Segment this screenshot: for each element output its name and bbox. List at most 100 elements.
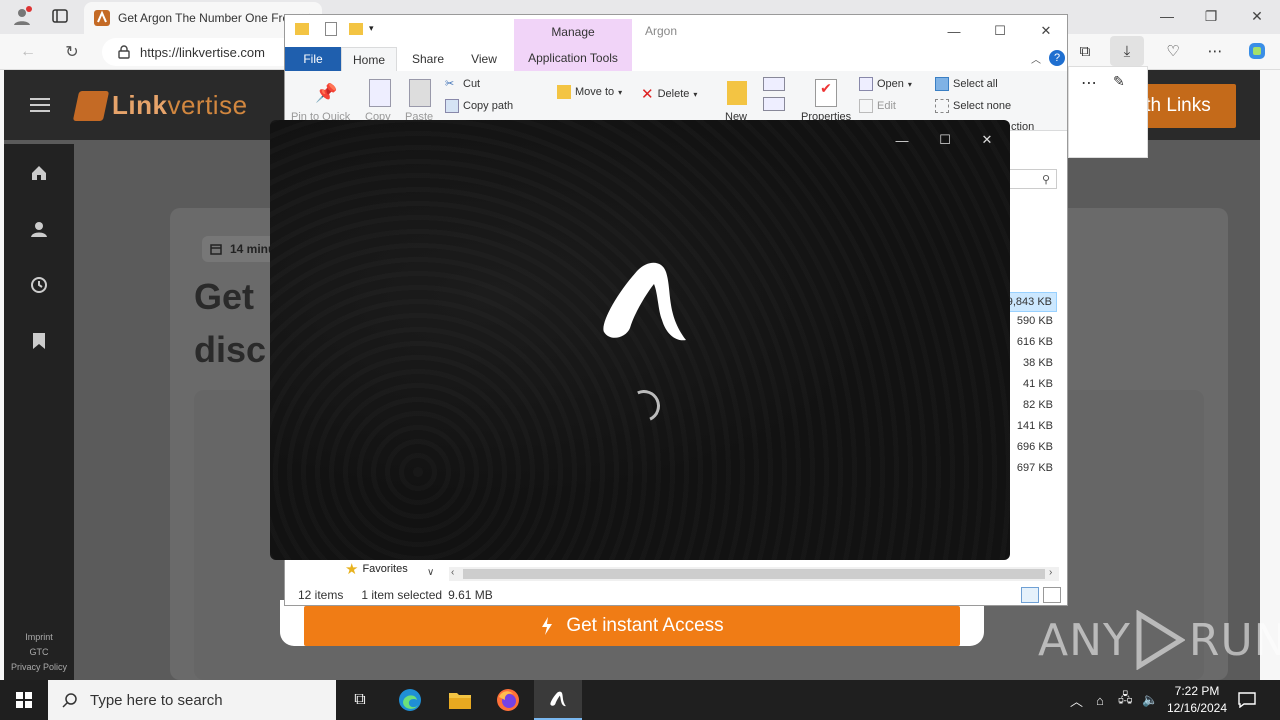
browser-close-button[interactable]: ✕ — [1234, 0, 1280, 32]
delete-label: Delete — [657, 88, 690, 100]
help-icon[interactable]: ? — [1049, 50, 1065, 66]
collections-icon[interactable]: ⧉ — [1068, 36, 1102, 66]
tab-actions-icon[interactable] — [46, 2, 74, 30]
downloads-icon[interactable]: ⤓ — [1110, 36, 1144, 66]
copy-path-label: Copy path — [463, 100, 514, 112]
browser-restore-button[interactable]: ❐ — [1188, 0, 1234, 32]
show-hidden-icons-icon[interactable]: ︿ — [1070, 680, 1083, 720]
argon-app-icon[interactable] — [534, 680, 582, 720]
scroll-right-icon[interactable]: › — [1049, 567, 1052, 578]
network-icon[interactable]: 🖧 — [1118, 680, 1133, 720]
loading-spinner — [623, 385, 665, 427]
windows-taskbar: Type here to search ⧉ ︿ ⌂ 🖧 🔈 7:22 PM 12… — [0, 680, 1280, 720]
details-view-icon[interactable] — [1021, 587, 1039, 603]
start-button[interactable] — [0, 680, 48, 720]
calendar-icon — [210, 244, 222, 255]
open-button[interactable]: Open ▾ — [859, 77, 912, 91]
copy-path-button[interactable]: Copy path — [445, 99, 513, 113]
scrollbar-thumb[interactable] — [463, 569, 1045, 579]
clock-time: 7:22 PM — [1174, 684, 1220, 698]
history-icon[interactable] — [26, 272, 52, 298]
nav-expand-icon[interactable]: ∨ — [427, 567, 434, 578]
select-none-button[interactable]: Select none — [935, 99, 1011, 113]
large-icons-view-icon[interactable] — [1043, 587, 1061, 603]
taskbar-search[interactable]: Type here to search — [48, 680, 336, 720]
open-icon — [859, 77, 873, 91]
tab-home[interactable]: Home — [341, 47, 397, 71]
nav-favorites[interactable]: ★ Favorites — [345, 560, 408, 578]
select-all-label: Select all — [953, 78, 998, 90]
flyout-pin-icon[interactable]: ✎ — [1113, 73, 1125, 90]
get-instant-access-button[interactable]: Get instant Access — [304, 606, 960, 646]
argon-maximize-button[interactable]: ☐ — [925, 128, 965, 152]
search-icon: ⚲ — [1041, 173, 1050, 186]
select-all-button[interactable]: Select all — [935, 77, 998, 91]
flyout-more-icon[interactable]: ⋯ — [1081, 73, 1097, 93]
move-to-button[interactable]: Move to ▾ — [557, 85, 622, 99]
invert-selection-button[interactable]: ction — [1011, 121, 1034, 133]
quick-access-dropdown-icon[interactable]: ▾ — [369, 23, 374, 34]
scroll-left-icon[interactable]: ‹ — [451, 567, 454, 578]
edit-button[interactable]: Edit — [859, 99, 896, 113]
explorer-maximize-button[interactable]: ☐ — [977, 19, 1023, 43]
explorer-search-box[interactable]: ⚲ — [1007, 169, 1057, 189]
explorer-minimize-button[interactable]: — — [931, 19, 977, 43]
task-view-icon[interactable]: ⧉ — [336, 680, 384, 720]
copy-icon — [369, 79, 391, 107]
menu-icon[interactable] — [30, 98, 50, 112]
star-icon: ★ — [345, 561, 359, 578]
bookmark-icon[interactable] — [26, 328, 52, 354]
tab-file[interactable]: File — [285, 47, 341, 71]
delete-button[interactable]: ✕ Delete ▾ — [641, 85, 697, 103]
footer-link-imprint[interactable]: Imprint — [4, 632, 74, 642]
view-toggle — [1021, 587, 1061, 603]
profile-icon[interactable] — [8, 2, 36, 30]
properties-quick-icon[interactable] — [325, 22, 337, 36]
site-sidebar: Imprint GTC Privacy Policy — [4, 144, 74, 680]
argon-minimize-button[interactable]: — — [882, 128, 922, 152]
pin-icon: 📌 — [315, 83, 338, 103]
delete-icon: ✕ — [641, 86, 654, 103]
explorer-close-button[interactable]: ✕ — [1023, 19, 1069, 43]
tab-share[interactable]: Share — [403, 47, 453, 71]
file-explorer-app-icon[interactable] — [436, 680, 484, 720]
properties-icon: ✔ — [815, 79, 837, 107]
status-size: 9.61 MB — [448, 588, 493, 602]
headline-line-1: Get — [194, 276, 255, 317]
new-folder-quick-icon[interactable] — [349, 23, 363, 35]
taskbar-clock[interactable]: 7:22 PM 12/16/2024 — [1162, 683, 1232, 717]
more-menu-icon[interactable]: ⋯ — [1198, 36, 1232, 66]
home-icon[interactable] — [26, 160, 52, 186]
refresh-icon[interactable]: ↻ — [58, 38, 86, 66]
copilot-icon[interactable] — [1240, 36, 1274, 66]
easy-access-icon[interactable] — [763, 97, 785, 111]
user-icon[interactable] — [26, 216, 52, 242]
back-icon[interactable]: ← — [14, 38, 42, 66]
volume-icon[interactable]: 🔈 — [1142, 680, 1158, 720]
footer-link-privacy[interactable]: Privacy Policy — [4, 662, 74, 672]
quick-access-folder-icon[interactable] — [295, 23, 309, 35]
notifications-icon[interactable] — [1238, 680, 1256, 720]
linkvertise-logo[interactable]: Linkvertise — [72, 90, 248, 121]
scissors-icon: ✂ — [445, 78, 455, 90]
argon-splash-window: — ☐ ✕ — [270, 120, 1010, 560]
argon-close-button[interactable]: ✕ — [967, 128, 1007, 152]
new-item-icon[interactable] — [763, 77, 785, 91]
move-to-icon — [557, 85, 571, 99]
firefox-app-icon[interactable] — [484, 680, 532, 720]
address-bar[interactable]: https://linkvertise.com — [102, 38, 302, 66]
tab-view[interactable]: View — [459, 47, 509, 71]
new-folder-icon — [727, 81, 747, 105]
argon-logo-icon — [603, 262, 686, 341]
ribbon-collapse-icon[interactable]: ︿ — [1031, 51, 1041, 66]
edge-app-icon[interactable] — [386, 680, 434, 720]
cut-button[interactable]: ✂ Cut — [445, 77, 480, 91]
browser-minimize-button[interactable]: — — [1144, 0, 1190, 32]
footer-link-gtc[interactable]: GTC — [4, 647, 74, 657]
browser-essentials-icon[interactable]: ♡ — [1156, 36, 1190, 66]
lightning-icon — [542, 617, 553, 635]
browser-downloads-flyout: ⋯ ✎ — [1068, 66, 1148, 158]
horizontal-scrollbar[interactable]: ‹ › — [449, 567, 1059, 581]
device-icon[interactable]: ⌂ — [1096, 680, 1104, 720]
edit-label: Edit — [877, 100, 896, 112]
